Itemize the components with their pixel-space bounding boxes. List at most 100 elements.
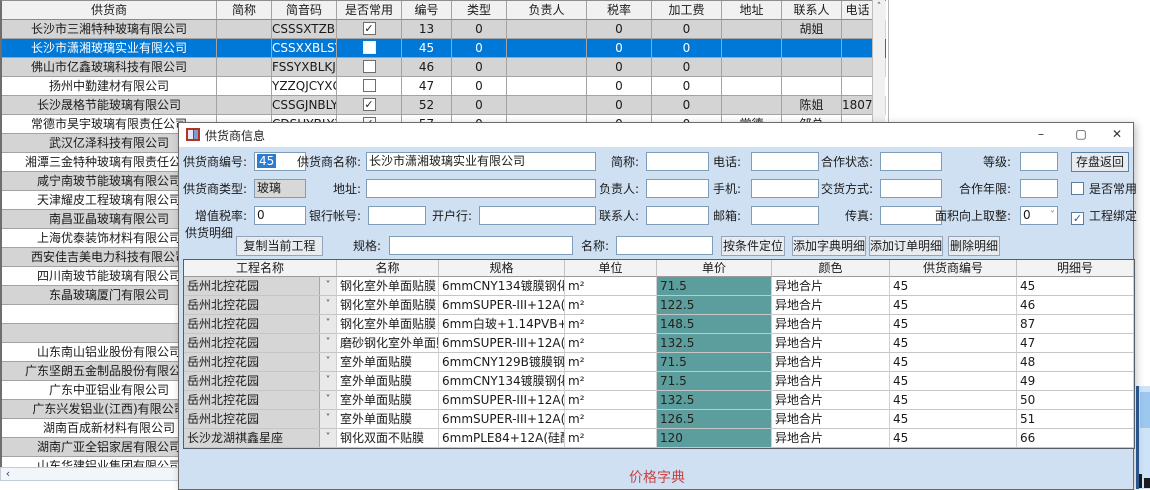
coop-years-field[interactable] — [1020, 179, 1058, 198]
column-header-id[interactable]: 编号 — [402, 1, 452, 20]
cell-color[interactable]: 异地合片 — [772, 277, 890, 296]
cell-supplier_no[interactable]: 45 — [890, 315, 1017, 334]
cell-unit[interactable]: m² — [565, 353, 657, 372]
cell-name[interactable]: 室外单面贴膜 — [337, 372, 439, 391]
detail-row[interactable]: 岳州北控花园˅钢化室外单面贴膜6mmSUPER-III+12A(硅...m²12… — [184, 296, 1134, 315]
cell-color[interactable]: 异地合片 — [772, 410, 890, 429]
dialog-titlebar[interactable]: 供货商信息 – ▢ ✕ — [179, 123, 1133, 147]
grade-field[interactable] — [1020, 152, 1058, 171]
column-header-is_common[interactable]: 是否常用 — [337, 1, 402, 20]
cell-price[interactable]: 71.5 — [657, 277, 772, 296]
cell-name[interactable]: 室外单面贴膜 — [337, 353, 439, 372]
close-icon[interactable]: ✕ — [1101, 123, 1133, 147]
combo-arrow-icon[interactable]: ˅ — [319, 353, 336, 371]
cell-manager[interactable] — [507, 39, 587, 58]
cell-detail_no[interactable]: 47 — [1017, 334, 1134, 353]
cell-is_common[interactable] — [337, 77, 402, 96]
cell-fee[interactable]: 0 — [652, 20, 722, 39]
column-header-address[interactable]: 地址 — [722, 1, 782, 20]
cell-short_name[interactable] — [217, 96, 272, 115]
cell-id[interactable]: 45 — [402, 39, 452, 58]
area-round-select[interactable]: ˅0 — [1020, 206, 1058, 225]
cell-detail_no[interactable]: 66 — [1017, 429, 1134, 448]
cell-code[interactable]: YZZQJCYXGS — [272, 77, 337, 96]
cell-short_name[interactable] — [217, 58, 272, 77]
cell-fee[interactable]: 0 — [652, 58, 722, 77]
cell-spec[interactable]: 6mmCNY129B镀膜钢化 — [439, 353, 565, 372]
cell-name[interactable]: 钢化双面不贴膜 — [337, 429, 439, 448]
grid-column-header-project[interactable]: 工程名称 — [184, 260, 337, 277]
name-filter-input[interactable] — [616, 236, 713, 255]
cell-contact[interactable]: 陈姐 — [782, 96, 842, 115]
cell-unit[interactable]: m² — [565, 429, 657, 448]
cell-project-combo[interactable]: 岳州北控花园˅ — [184, 391, 337, 410]
cell-price[interactable]: 120 — [657, 429, 772, 448]
save-return-button[interactable]: 存盘返回 — [1071, 152, 1129, 172]
cell-supplier_no[interactable]: 45 — [890, 410, 1017, 429]
cell-code[interactable]: CSSSXTZBL... — [272, 20, 337, 39]
detail-row[interactable]: 岳州北控花园˅钢化室外单面贴膜6mmCNY134镀膜钢化m²71.5异地合片45… — [184, 277, 1134, 296]
column-header-short_name[interactable]: 简称 — [217, 1, 272, 20]
cell-supplier[interactable]: 扬州中勤建材有限公司 — [2, 77, 217, 96]
column-header-code[interactable]: 简音码 — [272, 1, 337, 20]
cell-id[interactable]: 46 — [402, 58, 452, 77]
grid-column-header-spec[interactable]: 规格 — [439, 260, 565, 277]
cell-price[interactable]: 148.5 — [657, 315, 772, 334]
cell-name[interactable]: 磨砂钢化室外单面贴膜 — [337, 334, 439, 353]
cell-contact[interactable]: 胡姐 — [782, 20, 842, 39]
cell-detail_no[interactable]: 50 — [1017, 391, 1134, 410]
cell-tax_rate[interactable]: 0 — [587, 39, 652, 58]
grid-column-header-color[interactable]: 颜色 — [772, 260, 890, 277]
detail-row[interactable]: 岳州北控花园˅室外单面贴膜6mmSUPER-III+12A(硅...m²132.… — [184, 391, 1134, 410]
combo-arrow-icon[interactable]: ˅ — [319, 277, 336, 295]
cell-spec[interactable]: 6mmSUPER-III+12A(硅... — [439, 410, 565, 429]
cell-id[interactable]: 52 — [402, 96, 452, 115]
cell-unit[interactable]: m² — [565, 410, 657, 429]
cell-contact[interactable] — [782, 39, 842, 58]
column-header-supplier[interactable]: 供货商 — [2, 1, 217, 20]
combo-arrow-icon[interactable]: ˅ — [319, 372, 336, 390]
detail-row[interactable]: 岳州北控花园˅室外单面贴膜6mmSUPER-III+12A(硅...m²126.… — [184, 410, 1134, 429]
cell-unit[interactable]: m² — [565, 296, 657, 315]
cell-type[interactable]: 0 — [452, 20, 507, 39]
cell-spec[interactable]: 6mmSUPER-III+12A(硅... — [439, 334, 565, 353]
column-header-fee[interactable]: 加工费 — [652, 1, 722, 20]
cell-contact[interactable] — [782, 58, 842, 77]
cell-supplier[interactable]: 长沙晟格节能玻璃有限公司 — [2, 96, 217, 115]
cell-code[interactable]: FSSYXBLKJ... — [272, 58, 337, 77]
grid-column-header-price[interactable]: 单价 — [657, 260, 772, 277]
copy-project-button[interactable]: 复制当前工程 — [236, 236, 323, 256]
cell-color[interactable]: 异地合片 — [772, 391, 890, 410]
column-header-phone[interactable]: 电话 — [842, 1, 874, 20]
column-header-contact[interactable]: 联系人 — [782, 1, 842, 20]
combo-arrow-icon[interactable]: ˅ — [319, 315, 336, 333]
supplier-row[interactable]: 长沙市三湘特种玻璃有限公司CSSSXTZBL...✓13000胡姐 — [2, 20, 886, 39]
detail-row[interactable]: 岳州北控花园˅室外单面贴膜6mmCNY134镀膜钢化m²71.5异地合片4549 — [184, 372, 1134, 391]
cell-is_common[interactable]: ✓ — [337, 96, 402, 115]
checkbox-icon[interactable] — [363, 60, 376, 73]
project-binding-checkbox[interactable]: ✓工程绑定 — [1071, 207, 1137, 225]
cell-project-combo[interactable]: 岳州北控花园˅ — [184, 315, 337, 334]
supplier-name-field[interactable]: 长沙市潇湘玻璃实业有限公司 — [366, 152, 596, 171]
supplier-row[interactable]: 扬州中勤建材有限公司YZZQJCYXGS47000 — [2, 77, 886, 96]
cell-price[interactable]: 71.5 — [657, 372, 772, 391]
checkbox-icon[interactable] — [363, 79, 376, 92]
cell-is_common[interactable] — [337, 39, 402, 58]
cell-spec[interactable]: 6mmSUPER-III+12A(硅... — [439, 296, 565, 315]
grid-column-header-unit[interactable]: 单位 — [565, 260, 657, 277]
cell-manager[interactable] — [507, 20, 587, 39]
cell-short_name[interactable] — [217, 20, 272, 39]
cell-project-combo[interactable]: 岳州北控花园˅ — [184, 372, 337, 391]
cell-is_common[interactable]: ✓ — [337, 20, 402, 39]
cell-name[interactable]: 室外单面贴膜 — [337, 410, 439, 429]
cell-detail_no[interactable]: 48 — [1017, 353, 1134, 372]
cell-tax_rate[interactable]: 0 — [587, 96, 652, 115]
combo-arrow-icon[interactable]: ˅ — [319, 410, 336, 428]
cell-unit[interactable]: m² — [565, 334, 657, 353]
cell-type[interactable]: 0 — [452, 39, 507, 58]
cell-fee[interactable]: 0 — [652, 96, 722, 115]
grid-column-header-detail_no[interactable]: 明细号 — [1017, 260, 1134, 277]
cell-project-combo[interactable]: 长沙龙湖祺鑫星座˅ — [184, 429, 337, 448]
cell-phone[interactable]: 180751 — [842, 96, 874, 115]
cell-color[interactable]: 异地合片 — [772, 296, 890, 315]
